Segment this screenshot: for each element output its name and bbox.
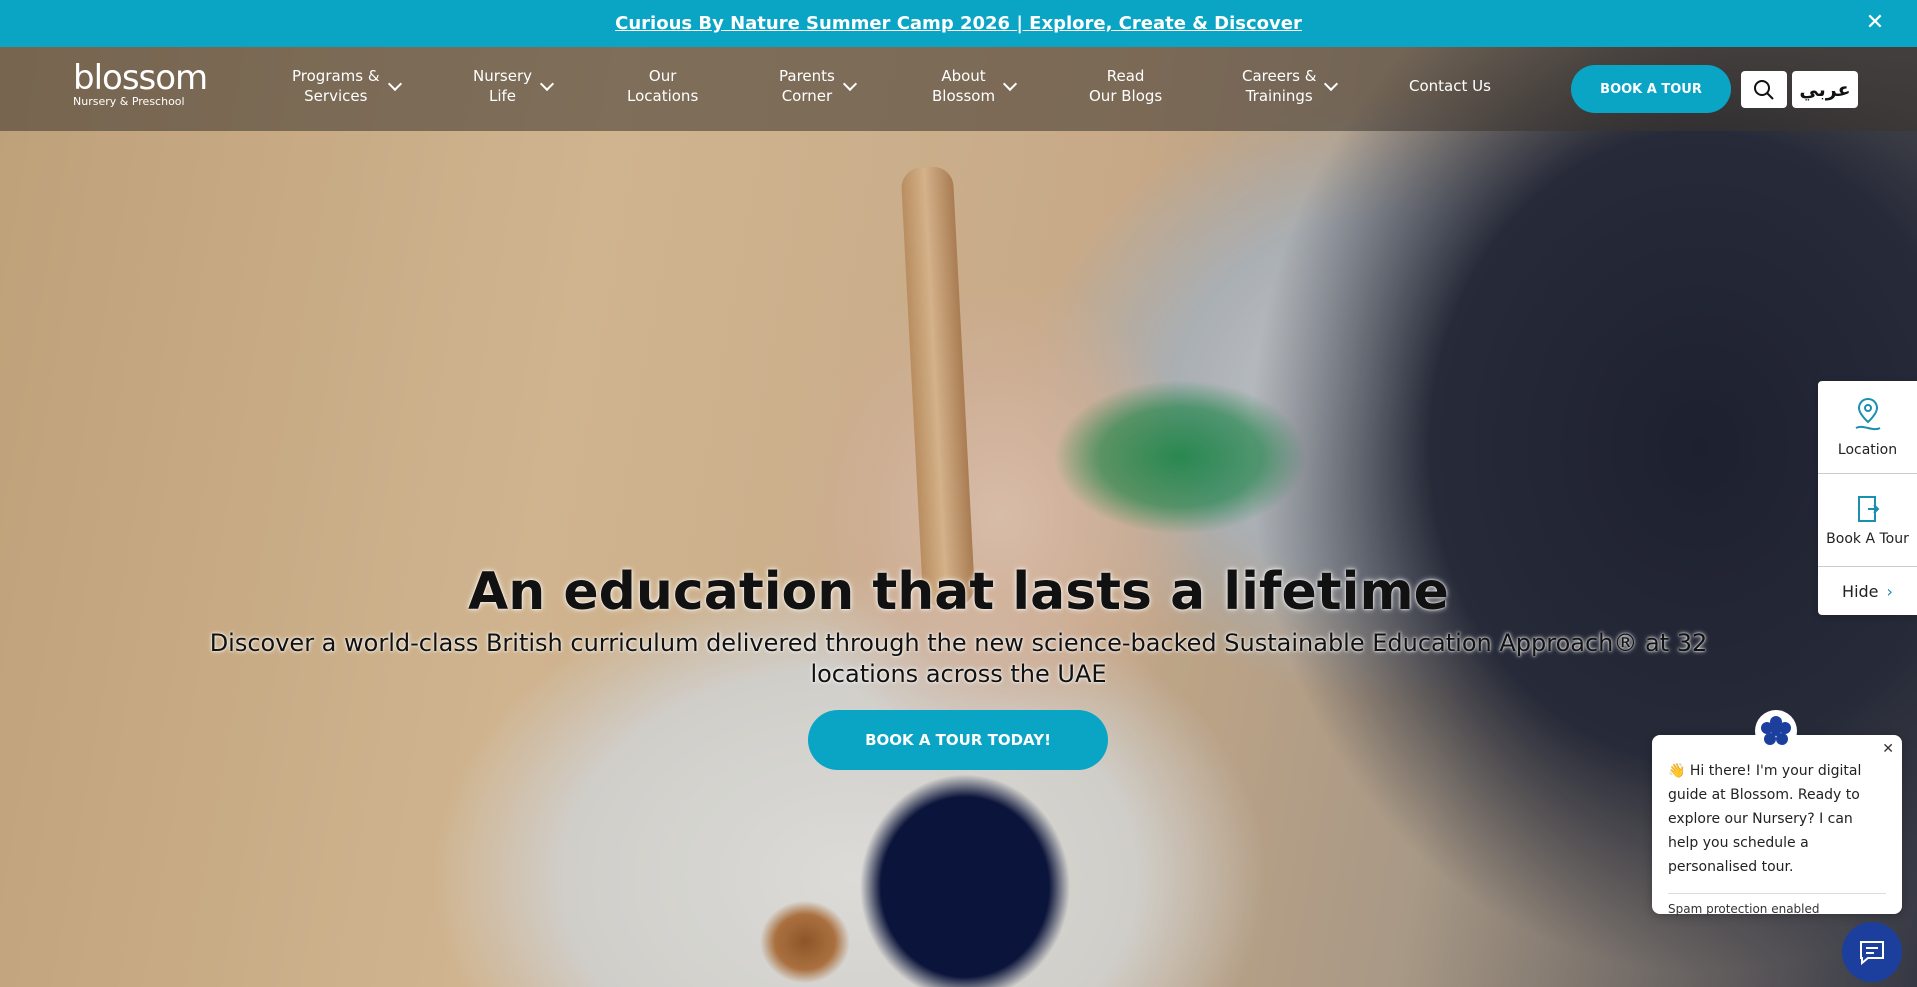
side-book-tour-label: Book A Tour: [1826, 531, 1909, 547]
side-location-label: Location: [1837, 442, 1898, 458]
logo[interactable]: blossom Nursery & Preschool: [73, 58, 208, 108]
nav-label: Contact Us: [1409, 77, 1491, 95]
hero-paintbrush-image: [900, 165, 976, 609]
search-button[interactable]: [1741, 71, 1787, 108]
nav-label: Life: [488, 87, 517, 105]
nav-label: Careers &: [1242, 67, 1317, 85]
chevron-down-icon: [842, 76, 857, 92]
nav-label: Blossom: [932, 87, 996, 105]
hero-background: [0, 47, 1917, 987]
side-hide-label: Hide: [1842, 581, 1879, 601]
announcement-link[interactable]: Curious By Nature Summer Camp 2026 | Exp…: [615, 13, 1302, 34]
chevron-down-icon: [539, 76, 555, 92]
chat-bubble-icon: [1860, 941, 1884, 966]
chat-launcher-button[interactable]: [1842, 922, 1902, 982]
side-book-tour-link[interactable]: Book A Tour: [1818, 474, 1917, 567]
door-icon: [1857, 496, 1879, 522]
nav-label: Trainings: [1245, 87, 1313, 105]
chevron-down-icon: [387, 76, 402, 92]
nav-label: Locations: [627, 87, 699, 105]
nav-contact-us[interactable]: Contact Us: [1409, 76, 1491, 96]
search-icon: [1754, 79, 1774, 100]
side-quick-links: Location Book A Tour Hide ›: [1818, 381, 1917, 615]
nav-label: Services: [304, 87, 368, 105]
nav-careers-trainings[interactable]: Careers & Trainings: [1242, 66, 1339, 106]
nav-programs-services[interactable]: Programs & Services: [292, 66, 402, 106]
language-toggle-button[interactable]: عربي: [1792, 71, 1858, 108]
side-hide-toggle[interactable]: Hide ›: [1818, 567, 1917, 615]
nav-read-blogs[interactable]: Read Our Blogs: [1089, 66, 1162, 106]
location-pin-icon: [1855, 397, 1880, 431]
book-tour-button[interactable]: BOOK A TOUR: [1571, 65, 1731, 113]
hero-subtitle: Discover a world-class British curriculu…: [209, 629, 1708, 688]
hero-title: An education that lasts a lifetime: [468, 562, 1449, 622]
nav-label: Our Blogs: [1089, 87, 1163, 105]
spam-protection-note: Spam protection enabled: [1668, 893, 1886, 916]
chat-avatar-flower-icon: [1755, 710, 1797, 752]
close-icon[interactable]: ✕: [1882, 741, 1894, 757]
nav-nursery-life[interactable]: Nursery Life: [473, 66, 555, 106]
nav-label: Nursery: [473, 67, 532, 85]
logo-wordmark: blossom: [73, 58, 208, 98]
book-tour-today-button[interactable]: BOOK A TOUR TODAY!: [808, 710, 1108, 770]
nav-label: About: [941, 67, 986, 85]
close-icon[interactable]: ✕: [1863, 11, 1887, 35]
nav-label: Programs &: [292, 67, 380, 85]
nav-about-blossom[interactable]: About Blossom: [932, 66, 1018, 106]
chevron-right-icon: ›: [1886, 581, 1893, 601]
chevron-down-icon: [1324, 76, 1339, 92]
nav-parents-corner[interactable]: Parents Corner: [779, 66, 857, 106]
nav-our-locations[interactable]: Our Locations: [627, 66, 698, 106]
nav-label: Our: [648, 67, 677, 85]
announcement-bar: Curious By Nature Summer Camp 2026 | Exp…: [0, 0, 1917, 47]
nav-label: Corner: [781, 87, 833, 105]
side-location-link[interactable]: Location: [1818, 381, 1917, 474]
chat-popup: ✕ 👋 Hi there! I'm your digital guide at …: [1652, 735, 1902, 916]
chevron-down-icon: [1002, 76, 1018, 92]
chat-message: 👋 Hi there! I'm your digital guide at Bl…: [1668, 763, 1862, 875]
nav-label: Parents: [779, 67, 835, 85]
nav-label: Read: [1106, 67, 1145, 85]
